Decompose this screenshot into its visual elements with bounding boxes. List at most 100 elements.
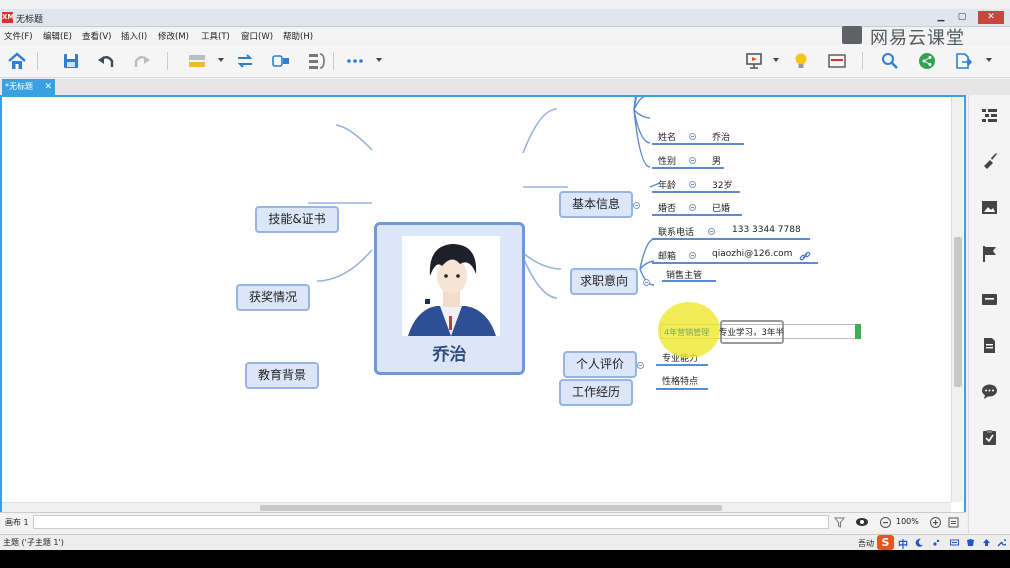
ime-logo-icon[interactable]: S bbox=[877, 535, 894, 550]
fit-view-icon[interactable] bbox=[948, 517, 959, 528]
basic-info-key[interactable]: 性别 bbox=[658, 154, 676, 167]
filter-icon[interactable] bbox=[834, 517, 845, 528]
menu-help[interactable]: 帮助(H) bbox=[283, 30, 313, 42]
text-style-icon[interactable] bbox=[981, 291, 998, 308]
redo-icon[interactable] bbox=[132, 51, 152, 71]
moon-icon[interactable] bbox=[915, 538, 924, 547]
row-collapse-icon[interactable] bbox=[689, 181, 696, 188]
punctuation-icon[interactable] bbox=[932, 538, 941, 547]
close-button[interactable]: ✕ bbox=[978, 11, 1004, 24]
user-icon[interactable] bbox=[982, 538, 991, 547]
comments-icon[interactable] bbox=[981, 383, 998, 400]
minimize-button[interactable]: ▁ bbox=[934, 11, 948, 24]
status-bar: 主题 ('子主题 1') 吾动 S 中 bbox=[0, 534, 1010, 551]
topic-awards[interactable]: 获奖情况 bbox=[236, 284, 310, 311]
topic-education[interactable]: 教育背景 bbox=[245, 362, 319, 389]
basic-info-key[interactable]: 邮箱 bbox=[658, 249, 676, 262]
menu-modify[interactable]: 修改(M) bbox=[158, 30, 189, 42]
collapse-self-evaluation-icon[interactable] bbox=[637, 362, 644, 369]
basic-info-key[interactable]: 年龄 bbox=[658, 178, 676, 191]
hyperlink-icon[interactable] bbox=[799, 250, 811, 262]
maximize-button[interactable]: ▢ bbox=[955, 11, 969, 24]
row-collapse-icon[interactable] bbox=[708, 228, 715, 235]
vertical-scroll-thumb[interactable] bbox=[954, 237, 962, 387]
ime-mode-indicator[interactable]: 中 bbox=[898, 536, 908, 551]
row-collapse-icon[interactable] bbox=[689, 252, 696, 259]
ime-status-label: 吾动 bbox=[858, 539, 874, 548]
collapse-job-intent-icon[interactable] bbox=[643, 279, 650, 286]
task-icon[interactable] bbox=[981, 429, 998, 446]
presentation-caret[interactable] bbox=[773, 58, 779, 62]
home-icon[interactable] bbox=[7, 51, 27, 71]
horizontal-scroll-thumb[interactable] bbox=[260, 505, 722, 511]
zoom-out-icon[interactable] bbox=[880, 517, 891, 528]
branch-underline bbox=[652, 262, 818, 264]
menu-file[interactable]: 文件(F) bbox=[4, 30, 33, 42]
basic-info-key[interactable]: 婚否 bbox=[658, 201, 676, 214]
basic-info-key[interactable]: 姓名 bbox=[658, 130, 676, 143]
topic-work-experience[interactable]: 工作经历 bbox=[559, 379, 633, 406]
basic-info-value[interactable]: qiaozhi@126.com bbox=[712, 249, 792, 259]
menu-insert[interactable]: 插入(I) bbox=[121, 30, 147, 42]
edit-caret-marker bbox=[855, 324, 861, 339]
undo-icon[interactable] bbox=[96, 51, 116, 71]
more-caret[interactable] bbox=[376, 58, 382, 62]
outline-view-icon[interactable] bbox=[827, 51, 847, 71]
menu-tools[interactable]: 工具(T) bbox=[201, 30, 230, 42]
eye-icon[interactable] bbox=[855, 517, 869, 527]
menu-window[interactable]: 窗口(W) bbox=[241, 30, 273, 42]
basic-info-value[interactable]: 已婚 bbox=[712, 201, 730, 214]
edit-current-text[interactable]: 专业学习，3年半 bbox=[719, 326, 784, 338]
format-brush-icon[interactable] bbox=[981, 152, 998, 169]
topic-style-caret[interactable] bbox=[218, 58, 224, 62]
basic-info-value[interactable]: 32岁 bbox=[712, 178, 732, 191]
topic-skills-certificates[interactable]: 技能&证书 bbox=[255, 206, 339, 233]
horizontal-scrollbar[interactable] bbox=[2, 502, 951, 512]
more-icon[interactable] bbox=[345, 51, 365, 71]
export-caret[interactable] bbox=[986, 58, 992, 62]
basic-info-value[interactable]: 乔治 bbox=[712, 130, 730, 143]
outline-icon[interactable] bbox=[981, 107, 998, 124]
zoom-level[interactable]: 100% bbox=[896, 517, 919, 526]
search-icon[interactable] bbox=[880, 51, 900, 71]
skin-icon[interactable] bbox=[966, 538, 975, 547]
topic-job-intent[interactable]: 求职意向 bbox=[570, 268, 638, 295]
tab-untitled[interactable]: *无标题 ✕ bbox=[2, 79, 55, 95]
zoom-in-icon[interactable] bbox=[930, 517, 941, 528]
boundary-icon[interactable] bbox=[271, 51, 291, 71]
save-icon[interactable] bbox=[61, 51, 81, 71]
menu-edit[interactable]: 编辑(E) bbox=[43, 30, 72, 42]
mindmap-canvas[interactable]: 乔治 技能&证书 获奖情况 教育背景 基本信息 求职意向 个人评价 工作经历 姓… bbox=[0, 95, 966, 529]
branch-underline bbox=[652, 191, 740, 193]
self-eval-item[interactable]: 性格特点 bbox=[662, 374, 698, 387]
portrait-image bbox=[402, 236, 500, 336]
topic-self-evaluation[interactable]: 个人评价 bbox=[563, 351, 637, 378]
presentation-icon[interactable] bbox=[744, 51, 764, 71]
summary-icon[interactable] bbox=[307, 51, 327, 71]
row-collapse-icon[interactable] bbox=[689, 204, 696, 211]
notes-icon[interactable] bbox=[981, 337, 998, 354]
tools-icon[interactable] bbox=[997, 538, 1006, 547]
relationship-icon[interactable] bbox=[235, 51, 255, 71]
topic-basic-info[interactable]: 基本信息 bbox=[559, 191, 633, 218]
close-tab-icon[interactable]: ✕ bbox=[44, 79, 52, 95]
lightbulb-icon[interactable] bbox=[791, 51, 811, 71]
vertical-scrollbar[interactable] bbox=[951, 97, 963, 502]
flag-marker-icon[interactable] bbox=[981, 245, 998, 262]
sheet-tab[interactable]: 画布 1 bbox=[5, 517, 29, 528]
basic-info-value[interactable]: 男 bbox=[712, 154, 721, 167]
toolbar bbox=[0, 45, 1010, 78]
export-icon[interactable] bbox=[953, 51, 973, 71]
keyboard-icon[interactable] bbox=[950, 538, 959, 547]
topic-style-icon[interactable] bbox=[187, 51, 207, 71]
app-window: XM 无标题 ▁ ▢ ✕ 文件(F) 编辑(E) 查看(V) 插入(I) 修改(… bbox=[0, 0, 1010, 568]
row-collapse-icon[interactable] bbox=[689, 133, 696, 140]
central-topic[interactable]: 乔治 bbox=[374, 222, 525, 375]
basic-info-value[interactable]: 133 3344 7788 bbox=[732, 225, 801, 235]
collapse-basic-info-icon[interactable] bbox=[633, 202, 640, 209]
basic-info-key[interactable]: 联系电话 bbox=[658, 225, 694, 238]
image-icon[interactable] bbox=[981, 199, 998, 216]
menu-view[interactable]: 查看(V) bbox=[82, 30, 111, 42]
row-collapse-icon[interactable] bbox=[689, 157, 696, 164]
share-icon[interactable] bbox=[917, 51, 937, 71]
